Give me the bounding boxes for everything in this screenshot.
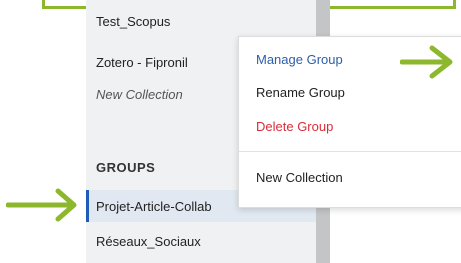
group-item-projet-article-collab[interactable]: Projet-Article-Collab xyxy=(96,199,212,214)
group-item-reseaux-sociaux[interactable]: Réseaux_Sociaux xyxy=(96,234,201,249)
groups-heading: GROUPS xyxy=(96,160,156,175)
arrow-right-icon xyxy=(400,45,453,79)
menu-item-rename-group[interactable]: Rename Group xyxy=(256,85,345,100)
menu-item-new-collection[interactable]: New Collection xyxy=(256,170,343,185)
menu-divider xyxy=(239,151,461,152)
sidebar-item-zotero-fipronil[interactable]: Zotero - Fipronil xyxy=(96,55,188,70)
screenshot-stage: Test_Scopus Zotero - Fipronil New Collec… xyxy=(0,0,461,263)
sidebar-item-test-scopus[interactable]: Test_Scopus xyxy=(96,14,170,29)
sidebar-item-new-collection[interactable]: New Collection xyxy=(96,87,183,102)
arrow-right-icon xyxy=(6,188,77,222)
menu-item-delete-group[interactable]: Delete Group xyxy=(256,119,333,134)
menu-item-manage-group[interactable]: Manage Group xyxy=(256,52,343,67)
